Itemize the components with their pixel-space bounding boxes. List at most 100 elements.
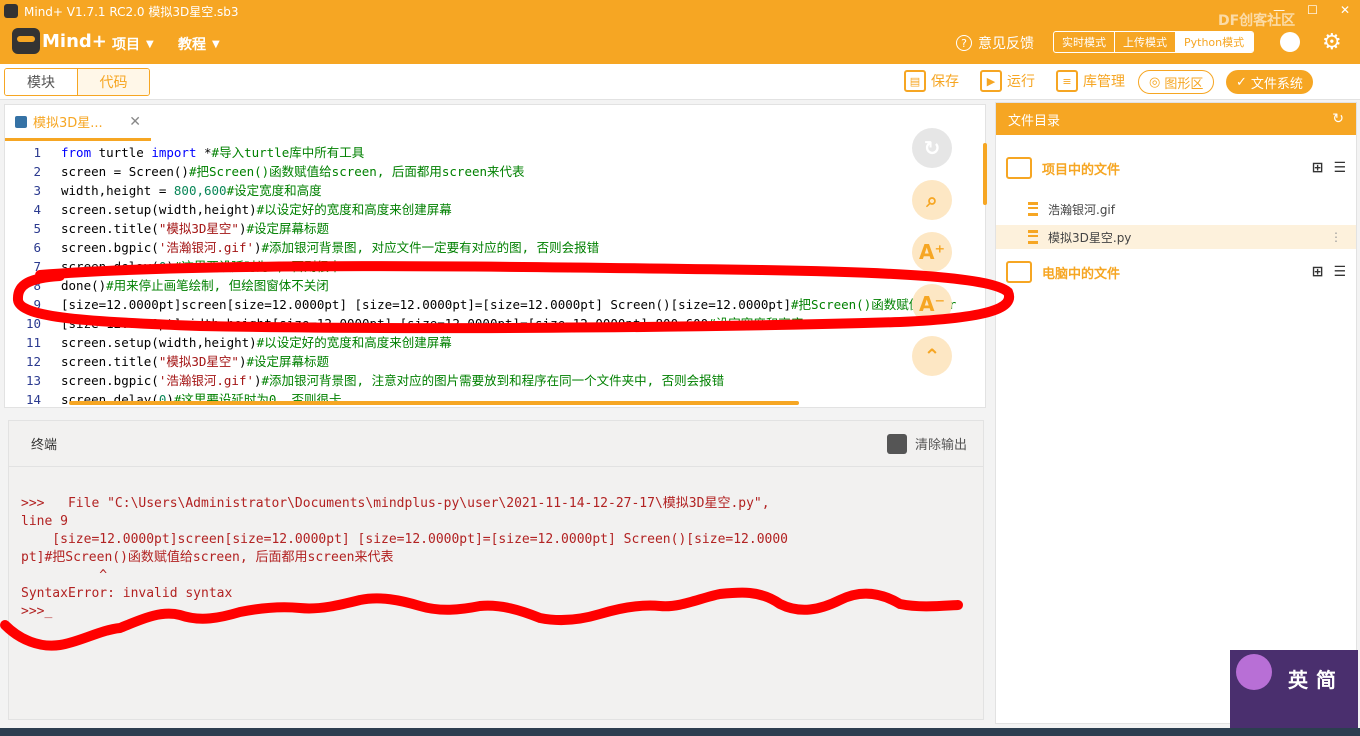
code-line[interactable]: 9 [size=12.0000pt]screen[size=12.0000pt] … (5, 295, 985, 314)
code-line[interactable]: 8 done()#用来停止画笔绘制, 但绘图窗体不关闭 (5, 276, 985, 295)
menu-icon[interactable]: ☰ (1333, 264, 1346, 280)
menu-project[interactable]: 项目 ▼ (112, 34, 154, 54)
user-avatar[interactable] (1280, 32, 1300, 52)
code-token: #把Screen()函数赋值给screen, 后面都用screen来代表 (188, 164, 525, 179)
file-directory-title: 文件目录 (1008, 113, 1061, 129)
terminal-title: 终端 (31, 438, 58, 453)
code-line[interactable]: 1 from turtle import *#导入turtle库中所有工具 (5, 143, 985, 162)
monitor-icon (1006, 261, 1032, 283)
code-area[interactable]: 1 from turtle import *#导入turtle库中所有工具 2 scr… (5, 143, 985, 405)
mindplus-logo: Mind+ (12, 28, 107, 54)
clear-output-label: 清除输出 (914, 438, 967, 453)
menu-tutorial[interactable]: 教程 ▼ (178, 34, 220, 54)
graphics-label: 图形区 (1164, 76, 1204, 92)
line-number: 14 (25, 392, 41, 405)
code-token: #用来停止画笔绘制, 但绘图窗体不关闭 (106, 278, 329, 293)
gear-icon[interactable]: ⚙ (1322, 30, 1342, 55)
close-icon[interactable]: ✕ (129, 114, 141, 130)
code-line[interactable]: 3 width,height = 800,600#设定宽度和高度 (5, 181, 985, 200)
save-icon: ▤ (904, 70, 926, 92)
add-file-icon[interactable]: ⊞ (1312, 160, 1324, 176)
planet-icon (1236, 654, 1272, 690)
mode-realtime[interactable]: 实时模式 (1054, 32, 1115, 52)
code-token: #设定宽度和高度 (708, 316, 804, 331)
code-token: #导入turtle库中所有工具 (211, 145, 365, 160)
code-text: from turtle import *#导入turtle库中所有工具 (49, 143, 364, 162)
menu-icon[interactable]: ☰ (1333, 160, 1346, 176)
tab-blocks[interactable]: 模块 (5, 69, 77, 95)
terminal-panel: 终端 清除输出 >>> File "C:\Users\Administrator… (8, 420, 984, 720)
filesystem-label: 文件系统 (1250, 76, 1303, 92)
redo-icon[interactable]: ↻ (912, 128, 952, 168)
search-icon[interactable]: ⌕ (912, 180, 952, 220)
file-tab[interactable]: 模拟3D星... ✕ (5, 105, 151, 141)
code-token: #以设定好的宽度和高度来创建屏幕 (256, 335, 452, 350)
code-line[interactable]: 5 screen.title("模拟3D星空")#设定屏幕标题 (5, 219, 985, 238)
menu-project-label: 项目 (112, 37, 140, 53)
code-line[interactable]: 7 screen.delay(0)#这里要设延时为0, 否则很卡 (5, 257, 985, 276)
code-text: screen.setup(width,height)#以设定好的宽度和高度来创建… (49, 200, 452, 219)
font-decrease-icon[interactable]: A⁻ (912, 284, 952, 324)
code-token: done() (61, 278, 107, 293)
line-number: 10 (25, 316, 41, 331)
font-increase-icon[interactable]: A⁺ (912, 232, 952, 272)
save-label: 保存 (931, 74, 959, 90)
line-number: 8 (33, 278, 41, 293)
horizontal-scrollbar[interactable] (69, 401, 799, 405)
run-button[interactable]: ▶ 运行 (980, 70, 1035, 92)
more-icon[interactable]: ⋮ (1330, 230, 1342, 244)
file-icon (1028, 202, 1038, 216)
code-text: screen.title("模拟3D星空")#设定屏幕标题 (49, 352, 329, 371)
mode-python[interactable]: Python模式 (1176, 32, 1254, 52)
project-files-section[interactable]: 项目中的文件 ⊞ ☰ (1006, 157, 1346, 179)
code-token: width,height = (61, 183, 174, 198)
line-number: 4 (33, 202, 41, 217)
ime-script-label: 简 (1316, 668, 1336, 692)
maximize-icon[interactable]: ☐ (1307, 3, 1318, 17)
save-button[interactable]: ▤ 保存 (904, 70, 959, 92)
computer-files-label: 电脑中的文件 (1042, 266, 1121, 282)
add-file-icon[interactable]: ⊞ (1312, 264, 1324, 280)
code-text: width,height = 800,600#设定宽度和高度 (49, 181, 322, 200)
code-line[interactable]: 12 screen.title("模拟3D星空")#设定屏幕标题 (5, 352, 985, 371)
feedback-button[interactable]: ? 意见反馈 (956, 33, 1034, 53)
file-item-selected[interactable]: 模拟3D星空.py ⋮ (996, 225, 1356, 249)
code-line[interactable]: 11 screen.setup(width,height)#以设定好的宽度和高度来… (5, 333, 985, 352)
filesystem-button[interactable]: ✓ 文件系统 (1226, 70, 1313, 94)
code-token: screen.bgpic( (61, 373, 159, 388)
code-token: screen = Screen() (61, 164, 189, 179)
code-line[interactable]: 6 screen.bgpic('浩瀚银河.gif')#添加银河背景图, 对应文件一… (5, 238, 985, 257)
mode-upload[interactable]: 上传模式 (1115, 32, 1176, 52)
file-name: 浩瀚银河.gif (1048, 202, 1115, 217)
code-token: #设定屏幕标题 (246, 354, 330, 369)
library-button[interactable]: ≡ 库管理 (1056, 70, 1125, 92)
code-token: screen.setup(width,height) (61, 202, 257, 217)
robot-logo-icon (12, 28, 40, 54)
collapse-icon[interactable]: ⌃ (912, 336, 952, 376)
code-token: #添加银河背景图, 对应文件一定要有对应的图, 否则会报错 (261, 240, 600, 255)
graphics-button[interactable]: ◎ 图形区 (1138, 70, 1215, 94)
computer-files-section[interactable]: 电脑中的文件 ⊞ ☰ (1006, 261, 1346, 283)
code-token: screen.bgpic( (61, 240, 159, 255)
file-icon (1028, 230, 1038, 244)
ime-indicator[interactable]: 英 简 (1230, 650, 1358, 730)
code-line[interactable]: 13 screen.bgpic('浩瀚银河.gif')#添加银河背景图, 注意对应… (5, 371, 985, 390)
tab-code[interactable]: 代码 (77, 69, 149, 95)
terminal-output[interactable]: >>> File "C:\Users\Administrator\Documen… (21, 495, 788, 621)
graphics-icon: ◎ (1149, 74, 1161, 90)
watermark: DF创客社区 (1218, 13, 1296, 29)
close-window-icon[interactable]: ✕ (1340, 3, 1350, 17)
refresh-icon[interactable]: ↻ (1332, 111, 1344, 127)
eraser-icon (886, 433, 907, 454)
code-token: #以设定好的宽度和高度来创建屏幕 (256, 202, 452, 217)
file-item[interactable]: 浩瀚银河.gif (996, 197, 1356, 221)
code-token: from (61, 145, 92, 160)
code-line[interactable]: 4 screen.setup(width,height)#以设定好的宽度和高度来创… (5, 200, 985, 219)
vertical-scrollbar[interactable] (983, 143, 987, 205)
clear-output-button[interactable]: 清除输出 (886, 433, 967, 454)
code-line[interactable]: 10 [size=12.0000pt]width,height[size=12.0… (5, 314, 985, 333)
code-token: ) (254, 240, 262, 255)
code-token: #这里要设延时为0, 否则很卡 (173, 259, 342, 274)
code-text: screen.setup(width,height)#以设定好的宽度和高度来创建… (49, 333, 452, 352)
code-line[interactable]: 2 screen = Screen()#把Screen()函数赋值给screen,… (5, 162, 985, 181)
